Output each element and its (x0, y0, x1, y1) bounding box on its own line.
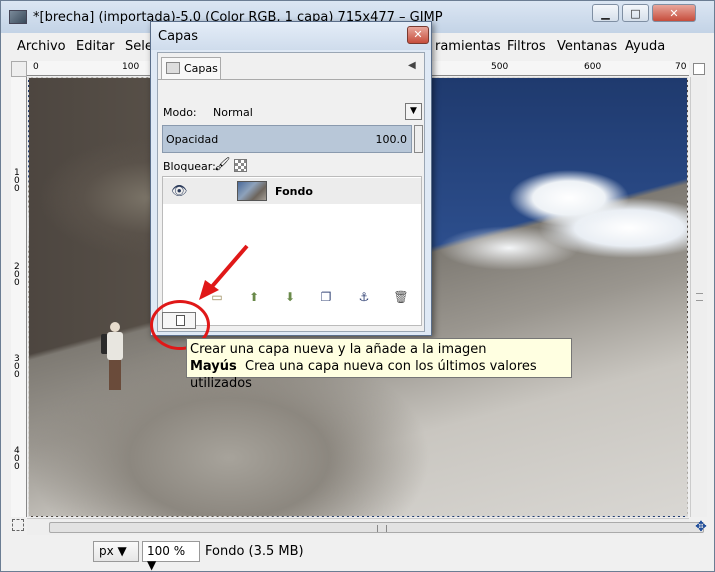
layer-thumbnail (237, 181, 267, 201)
menu-archivo[interactable]: Archivo (17, 39, 66, 54)
menu-ayuda[interactable]: Ayuda (625, 39, 665, 54)
menu-seleccionar[interactable]: Sele (125, 39, 153, 54)
ruler-corner-button[interactable] (11, 61, 27, 77)
quick-mask-toggle[interactable] (693, 63, 705, 75)
opacity-label: Opacidad (166, 133, 219, 146)
horizontal-scrollbar[interactable] (27, 518, 704, 535)
opacity-value: 100.0 (375, 133, 408, 146)
menu-filtros[interactable]: Filtros (507, 39, 546, 54)
ruler-tick: 1 0 0 (14, 168, 20, 194)
mode-select[interactable]: Normal (213, 106, 253, 119)
ruler-tick: 100 (122, 62, 140, 72)
tab-menu-icon[interactable]: ◀ (408, 60, 416, 71)
menu-ventanas[interactable]: Ventanas (557, 39, 617, 54)
navigate-icon[interactable]: ✥ (693, 519, 709, 535)
tooltip-modifier: Mayús (190, 359, 237, 374)
layers-dialog-titlebar[interactable]: Capas (151, 22, 431, 50)
annotation-arrow-icon (199, 244, 249, 300)
ruler-tick: 70 (675, 62, 687, 72)
scrollbar-thumb[interactable] (49, 522, 704, 533)
trash-icon[interactable]: 🗑 (391, 289, 411, 305)
zoom-select[interactable]: 100 % ▼ (142, 541, 200, 572)
photo-climber-figure (101, 322, 127, 392)
unit-select[interactable]: px ▼ (93, 541, 139, 562)
statusbar: px ▼ 100 % ▼ Fondo (3.5 MB) (1, 538, 714, 572)
lock-pixels-brush-icon[interactable]: 🖌 (214, 157, 231, 172)
tab-capas-label: Capas (184, 62, 218, 75)
unit-value: px (99, 544, 114, 558)
tooltip-line2-row: Mayús Crea una capa nueva con los último… (190, 358, 568, 392)
lock-alpha-checker-icon[interactable] (234, 159, 247, 172)
layers-dialog-close-button[interactable]: ✕ (407, 26, 429, 44)
mode-dropdown-arrow-icon[interactable]: ▼ (405, 103, 422, 120)
vertical-scrollbar[interactable] (690, 77, 707, 517)
opacity-spinner[interactable] (414, 125, 423, 153)
scrollbar-grip[interactable] (696, 293, 703, 301)
new-layer-tooltip: Crear una capa nueva y la añade a la ima… (186, 338, 572, 391)
vertical-ruler: 1 0 0 2 0 0 3 0 0 4 0 0 (11, 77, 27, 517)
tooltip-line1: Crear una capa nueva y la añade a la ima… (190, 342, 487, 357)
lower-layer-icon[interactable]: ⬇ (280, 289, 300, 305)
selection-mask-icon[interactable] (12, 519, 24, 531)
tab-separator (158, 79, 424, 80)
ruler-tick: 0 (33, 62, 39, 72)
tooltip-line2: Crea una capa nueva con los últimos valo… (190, 359, 537, 391)
eye-icon[interactable]: 👁 (171, 184, 188, 199)
layer-row[interactable]: 👁 Fondo (163, 178, 421, 204)
ruler-tick: 4 0 0 (14, 446, 20, 472)
layers-tab-icon (166, 62, 180, 74)
tab-capas[interactable]: Capas (161, 57, 221, 79)
duplicate-layer-icon[interactable]: ❐ (316, 289, 336, 305)
ruler-tick: 3 0 0 (14, 354, 20, 380)
ruler-tick: 2 0 0 (14, 262, 20, 288)
ruler-tick: 500 (491, 62, 509, 72)
scrollbar-grip (377, 525, 387, 532)
layer-name: Fondo (275, 185, 313, 198)
menu-editar[interactable]: Editar (76, 39, 115, 54)
anchor-icon[interactable]: ⚓ (354, 289, 374, 305)
minimize-button[interactable]: ▁ (592, 4, 619, 22)
mode-label: Modo: (163, 106, 197, 119)
close-button[interactable]: ✕ (652, 4, 696, 22)
layers-dialog-title: Capas (158, 28, 199, 44)
zoom-value: 100 % (147, 544, 186, 558)
lock-label: Bloquear: (163, 160, 216, 173)
maximize-button[interactable]: □ (622, 4, 649, 22)
ruler-tick: 600 (584, 62, 602, 72)
image-thumbnail-icon (9, 10, 27, 24)
status-info: Fondo (3.5 MB) (205, 544, 304, 559)
menu-herramientas[interactable]: ramientas (435, 39, 501, 54)
opacity-slider[interactable]: Opacidad 100.0 (162, 125, 412, 153)
